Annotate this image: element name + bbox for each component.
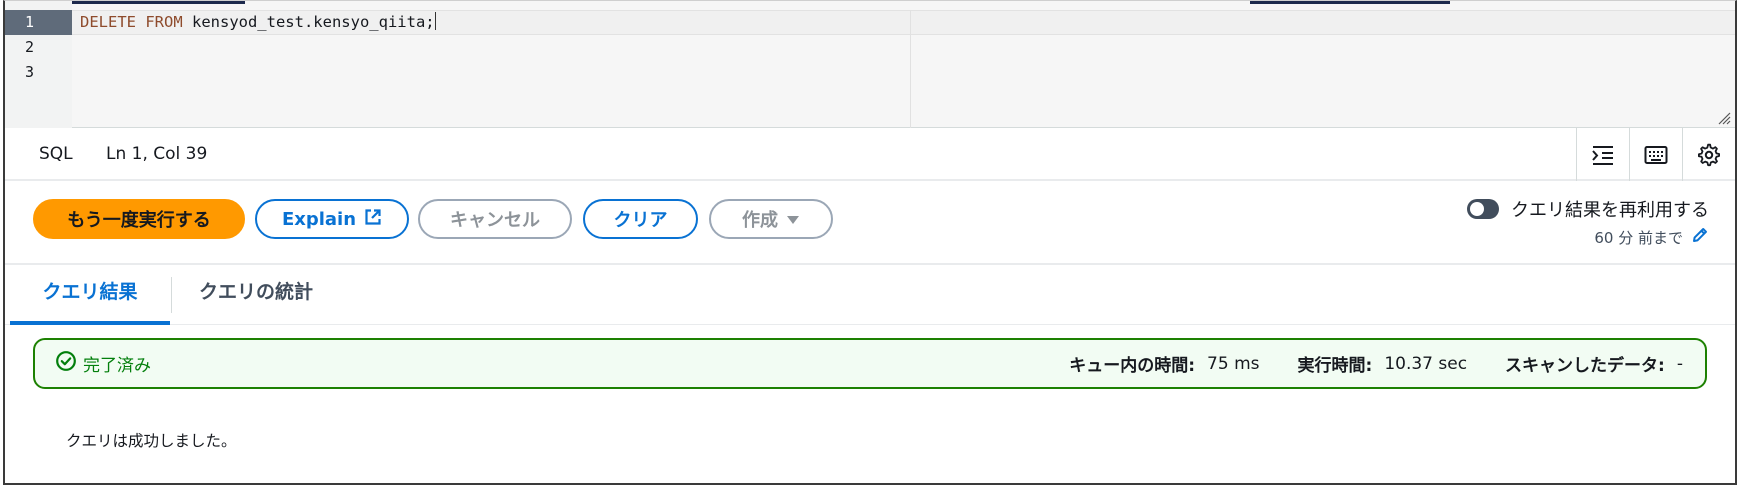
create-label: 作成	[742, 210, 778, 231]
editor-tab-indicator	[65, 1, 245, 4]
external-link-icon	[364, 208, 382, 231]
explain-label: Explain	[281, 208, 357, 230]
line-number-gutter: 1 2 3	[5, 1, 72, 128]
tab-query-stats[interactable]: クエリの統計	[199, 265, 313, 325]
run-again-button[interactable]: もう一度実行する	[33, 199, 245, 239]
run-time-label: 実行時間:	[1297, 356, 1373, 376]
print-margin	[910, 10, 911, 128]
queue-time-label: キュー内の時間:	[1069, 356, 1196, 376]
tab-query-results[interactable]: クエリ結果	[10, 265, 170, 325]
toggle-knob	[1470, 202, 1484, 216]
editor-status-bar: SQL Ln 1, Col 39	[5, 128, 1735, 181]
run-time-value: 10.37 sec	[1384, 353, 1468, 374]
line-number: 2	[24, 38, 35, 56]
editor-actions	[1576, 128, 1735, 181]
queue-time-value: 75 ms	[1207, 353, 1260, 374]
caret-down-icon	[786, 209, 800, 230]
data-scanned-metric: スキャンしたデータ: -	[1505, 351, 1683, 377]
clear-button[interactable]: クリア	[583, 199, 698, 239]
text-cursor	[434, 12, 436, 30]
reuse-results-row: クエリ結果を再利用する	[1467, 196, 1709, 222]
clear-label: クリア	[613, 210, 668, 231]
create-dropdown-button[interactable]: 作成	[709, 199, 833, 239]
code-text[interactable]: DELETE FROM kensyod_test.kensyo_qiita;	[80, 11, 436, 34]
query-toolbar: もう一度実行する Explain キャンセル クリア 作成 クエリ結果を再利用す…	[5, 181, 1735, 265]
reuse-window-row: 60 分 前まで	[1594, 226, 1709, 248]
line-number: 3	[24, 63, 35, 81]
status-label: 完了済み	[83, 356, 151, 376]
edit-pencil-icon[interactable]	[1691, 226, 1709, 248]
resize-handle-icon[interactable]	[1717, 110, 1731, 125]
data-scanned-value: -	[1676, 353, 1683, 374]
line-number: 1	[5, 10, 72, 35]
sql-keyword: DELETE FROM	[80, 13, 183, 31]
query-metrics: キュー内の時間: 75 ms 実行時間: 10.37 sec スキャンしたデータ…	[1031, 340, 1683, 387]
editor-tab-indicator-secondary	[1250, 1, 1450, 4]
explain-button[interactable]: Explain	[255, 199, 409, 239]
settings-icon[interactable]	[1682, 128, 1735, 181]
active-code-line[interactable]: DELETE FROM kensyod_test.kensyo_qiita;	[72, 10, 1735, 35]
keyboard-icon[interactable]	[1629, 128, 1682, 181]
query-status-alert: 完了済み キュー内の時間: 75 ms 実行時間: 10.37 sec スキャン…	[33, 338, 1707, 389]
cancel-button[interactable]: キャンセル	[418, 199, 572, 239]
cursor-position: Ln 1, Col 39	[106, 144, 208, 164]
reuse-results-label: クエリ結果を再利用する	[1511, 200, 1709, 221]
sql-editor[interactable]: 1 2 3 DELETE FROM kensyod_test.kensyo_qi…	[5, 1, 1735, 128]
run-time-metric: 実行時間: 10.37 sec	[1297, 351, 1468, 377]
language-label: SQL	[39, 144, 73, 164]
success-check-icon	[55, 350, 77, 377]
sql-table-name: kensyod_test.kensyo_qiita;	[182, 13, 435, 31]
cancel-label: キャンセル	[450, 210, 540, 231]
run-again-label: もう一度実行する	[67, 210, 211, 231]
query-editor-panel: 1 2 3 DELETE FROM kensyod_test.kensyo_qi…	[3, 0, 1737, 485]
data-scanned-label: スキャンしたデータ:	[1505, 356, 1665, 376]
status-badge: 完了済み	[55, 340, 151, 387]
indent-icon[interactable]	[1576, 128, 1629, 181]
queue-time-metric: キュー内の時間: 75 ms	[1069, 351, 1260, 377]
results-tabs: クエリ結果 クエリの統計	[5, 265, 1735, 325]
reuse-results-toggle[interactable]	[1467, 199, 1499, 219]
result-message: クエリは成功しました。	[66, 432, 237, 450]
reuse-window-text: 60 分 前まで	[1594, 228, 1683, 247]
tab-divider	[171, 277, 172, 313]
